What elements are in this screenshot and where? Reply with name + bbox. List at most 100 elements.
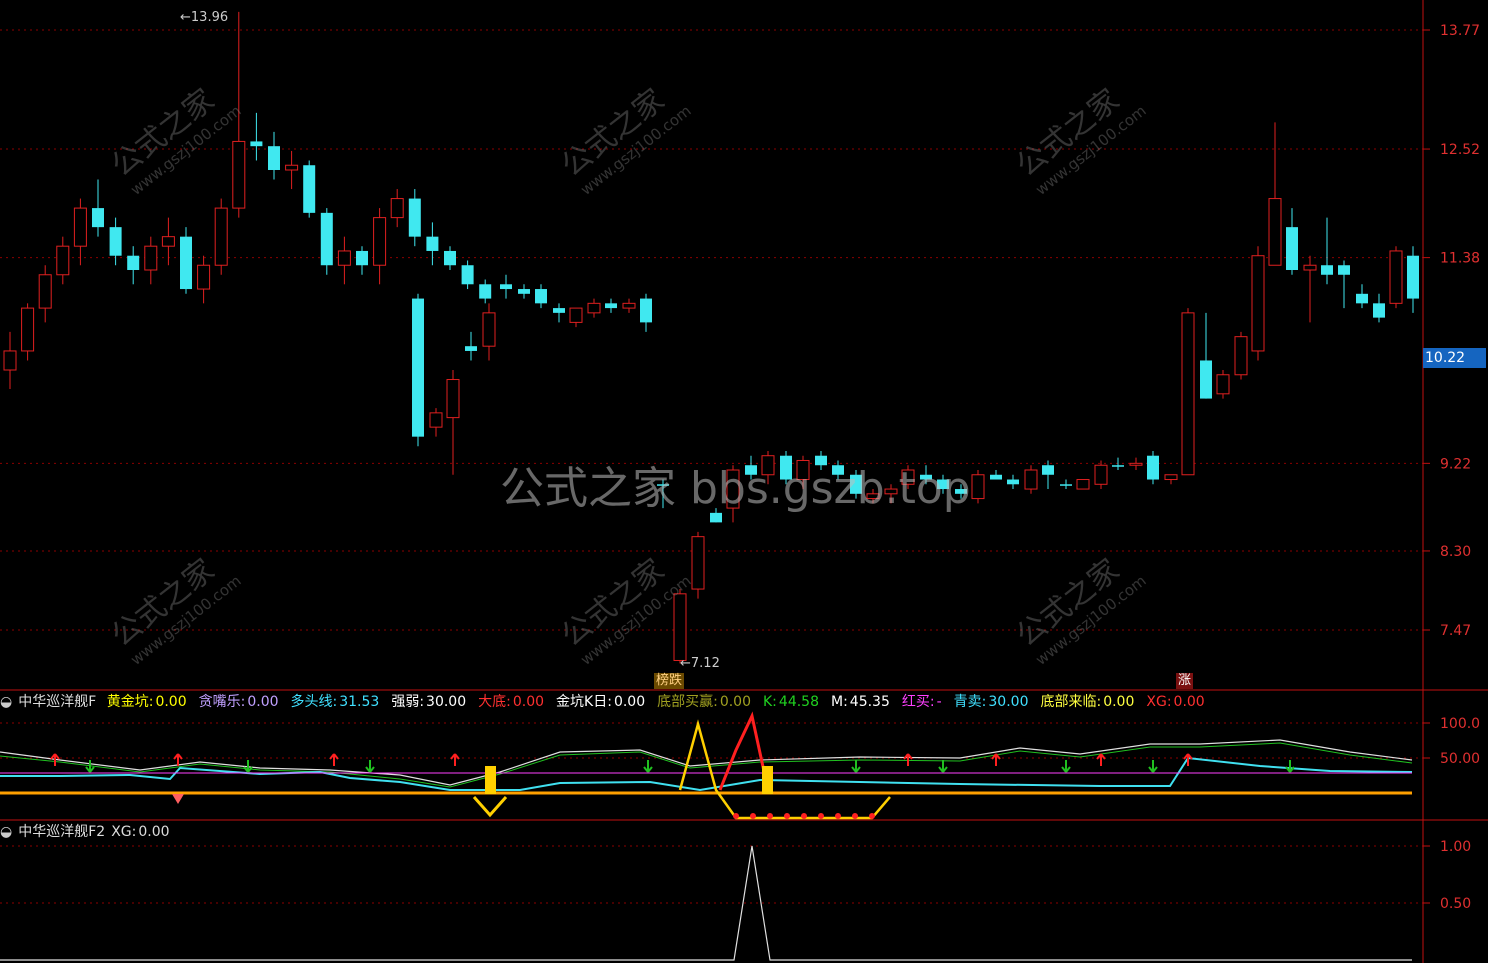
ind1-dot — [784, 813, 790, 819]
ind1-item-value: 30.00 — [988, 694, 1029, 710]
candle-body-down — [109, 227, 122, 256]
ind1-arrow — [1148, 760, 1158, 773]
ind1-item-label: K: — [763, 694, 777, 710]
candle-body-down — [1147, 455, 1159, 480]
candle-body-up — [1129, 462, 1143, 466]
candle-body-down — [268, 146, 280, 170]
ind1-dot — [852, 813, 858, 819]
candle-body-down — [535, 289, 547, 304]
candle-body-up — [56, 245, 70, 276]
candle-body-down — [500, 284, 512, 290]
candle-body-up — [446, 379, 460, 419]
panel-2-name[interactable]: 中华巡洋舰F2 — [18, 824, 105, 840]
ind1-item-value: 31.53 — [339, 694, 380, 710]
ind1-item-label: 红买: — [901, 694, 935, 710]
candle-body-up — [691, 536, 705, 590]
chart-canvas[interactable]: 13.77 12.52 11.38 9.22 8.30 7.47 100.0 50.00 1.0… — [0, 0, 1488, 963]
candle-body-down — [1042, 465, 1054, 475]
candle-body-up — [1389, 250, 1403, 304]
candle-body-down — [1356, 293, 1368, 304]
candle-body-up — [1181, 312, 1195, 476]
ind1-item-label: M: — [831, 694, 848, 710]
ind1-arrow — [365, 760, 375, 773]
ind1-item-7: K: 44.58 — [763, 694, 825, 710]
candle-body-up — [232, 140, 246, 209]
candle-body-up — [1234, 336, 1248, 376]
price-tick-label: 7.47 — [1440, 623, 1471, 639]
panel-2-xg-label: XG: — [111, 824, 137, 840]
candle-body-down — [1407, 255, 1419, 299]
candle-body-down — [320, 212, 333, 266]
ind1-dot — [733, 813, 739, 819]
ind1-item-label: 多头线: — [290, 694, 338, 710]
panel-2-xg-value: 0.00 — [138, 824, 170, 840]
price-tick-label: 13.77 — [1440, 23, 1480, 39]
candle-body-down — [955, 489, 967, 494]
ind1-item-8: M: 45.35 — [831, 694, 896, 710]
candle-body-down — [1321, 265, 1333, 275]
ind1-item-value: 0.00 — [155, 694, 187, 710]
candle-body-up — [1076, 479, 1090, 490]
candle-body-up — [390, 198, 404, 219]
ind1-arrow — [329, 753, 339, 766]
ind1-dot — [767, 813, 773, 819]
panel-collapse-icon[interactable]: ◒ — [0, 694, 12, 710]
candle-body-up — [1216, 374, 1230, 395]
ind1-item-value: 0.00 — [613, 694, 646, 710]
candlestick-series — [3, 11, 1419, 664]
ind1-item-6: 底部买赢: 0.00 — [657, 694, 757, 710]
ind2-tick-label: 0.50 — [1440, 896, 1471, 912]
candle-body-up — [38, 274, 52, 309]
candle-body-up — [726, 469, 740, 509]
ind1-arrow — [1285, 760, 1295, 773]
ind1-item-11: 底部来临: 0.00 — [1040, 694, 1140, 710]
candle-body-down — [1112, 465, 1124, 467]
ind1-dot — [818, 813, 824, 819]
ind2-tick-label: 1.00 — [1440, 839, 1471, 855]
candle-body-down — [518, 289, 530, 294]
candle-body-down — [553, 308, 565, 313]
ind1-item-value: 44.58 — [778, 694, 819, 710]
ind1-item-value: 45.35 — [849, 694, 890, 710]
ind1-item-value: 30.00 — [426, 694, 467, 710]
candle-body-up — [429, 412, 443, 428]
ind1-yellow-bar — [485, 766, 496, 794]
price-tick-label: 9.22 — [1440, 456, 1471, 472]
ind1-item-label: 青卖: — [953, 694, 987, 710]
candle-body-down — [1200, 360, 1212, 399]
price-tick-label: 11.38 — [1440, 251, 1480, 267]
candle-body-down — [465, 346, 477, 351]
candle-body-up — [144, 245, 158, 271]
candle-body-down — [657, 484, 669, 486]
ind1-item-value: - — [936, 694, 942, 710]
candle-body-down — [408, 198, 421, 237]
ind1-tick-label: 50.00 — [1440, 751, 1480, 767]
ind1-item-value: 0.00 — [512, 694, 545, 710]
ind1-item-5: 金坑K日: 0.00 — [556, 694, 651, 710]
candle-body-down — [250, 141, 263, 147]
candle-body-up — [373, 217, 387, 266]
candle-body-down — [356, 250, 368, 266]
candle-body-down — [937, 479, 949, 490]
ind1-item-value: 0.00 — [1173, 694, 1205, 710]
price-tick-label: 12.52 — [1440, 142, 1480, 158]
ind1-item-1: 贪嘴乐: 0.00 — [199, 694, 285, 710]
candle-body-up — [1024, 469, 1038, 490]
candle-body-down — [479, 284, 492, 299]
ind1-dot — [801, 813, 807, 819]
panel-collapse-icon-2[interactable]: ◒ — [0, 824, 12, 840]
candle-body-up — [214, 207, 228, 266]
candle-body-up — [285, 164, 299, 171]
ind1-dot — [835, 813, 841, 819]
candle-body-down — [180, 236, 192, 290]
ind1-yellow-bar — [762, 766, 773, 794]
candle-body-up — [884, 488, 898, 495]
ind1-item-label: 贪嘴乐: — [198, 694, 246, 710]
indicator-panel-1-plot — [0, 711, 1413, 820]
low-price-label: ←7.12 — [680, 656, 720, 671]
candle-body-up — [866, 493, 880, 500]
candle-body-up — [1268, 198, 1282, 266]
ind1-red-peak — [718, 711, 770, 791]
candle-body-up — [21, 307, 35, 352]
panel-1-name[interactable]: 中华巡洋舰F — [18, 694, 96, 710]
